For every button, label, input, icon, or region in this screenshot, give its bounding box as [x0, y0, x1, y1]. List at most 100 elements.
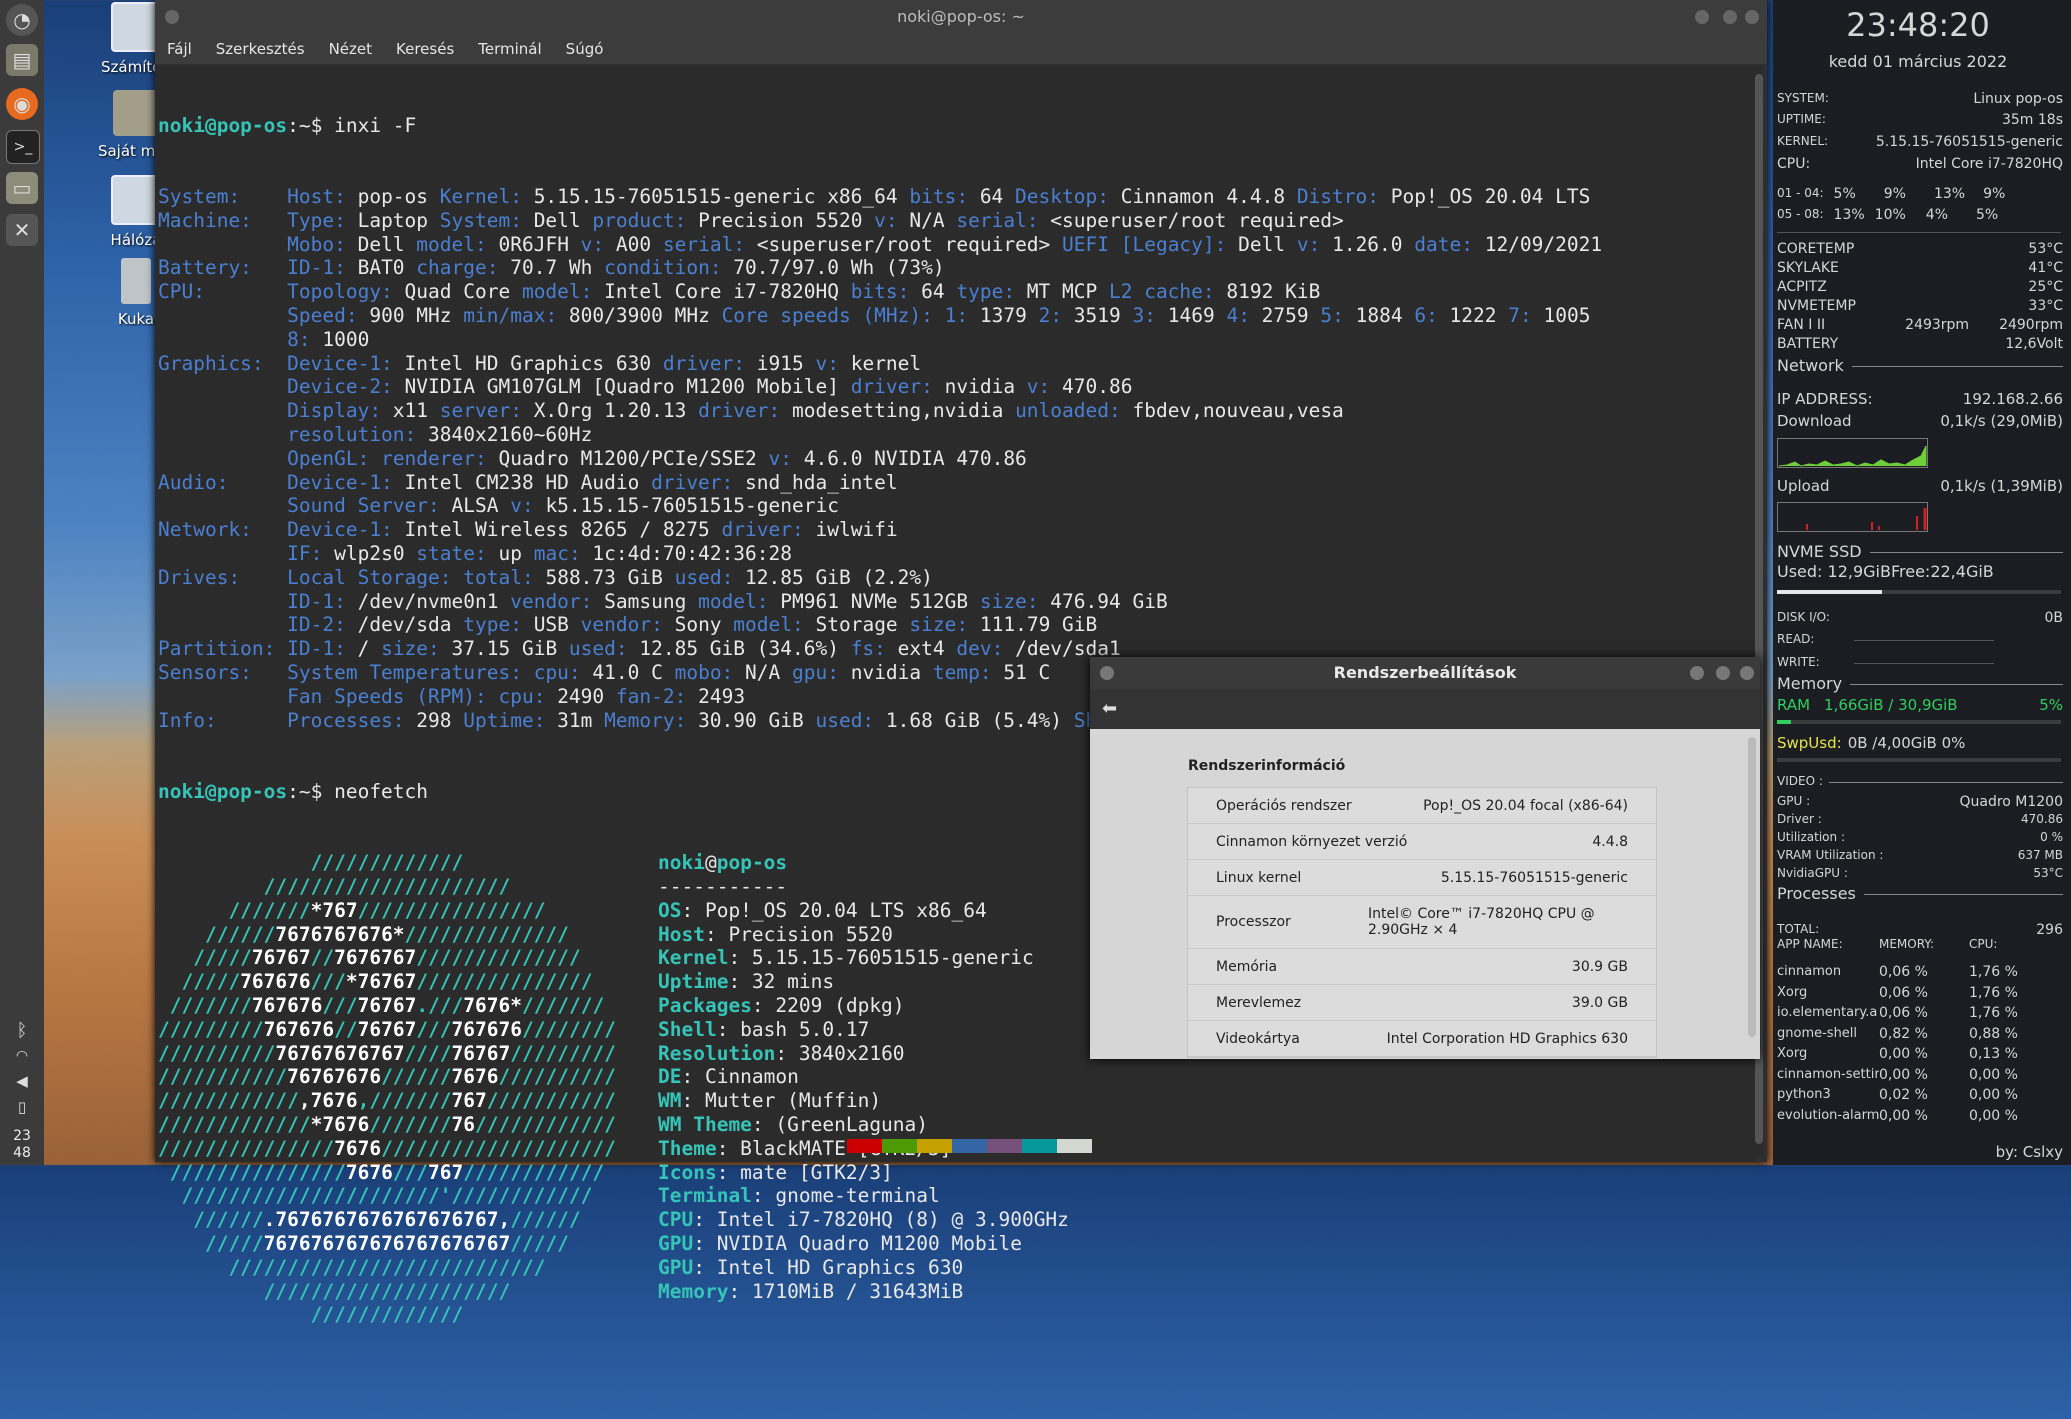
prompt-line: noki@pop-os:~$ inxi -F	[155, 114, 1755, 138]
menu-file[interactable]: Fájl	[167, 40, 192, 58]
info-value: : Intel HD Graphics 630	[693, 1255, 964, 1279]
volume-icon[interactable]: ◀	[0, 1072, 44, 1090]
temp-value: 33°C	[2028, 298, 2063, 314]
inxi-key: product:	[592, 208, 687, 232]
settings-icon[interactable]: ✕	[6, 214, 38, 246]
inxi-value: Intel CM238 HD Audio	[392, 470, 652, 494]
palette-swatch	[882, 1139, 917, 1153]
window-menu-icon[interactable]	[1100, 666, 1114, 680]
maximize-icon[interactable]	[1723, 10, 1737, 24]
divider	[1850, 684, 2063, 685]
settings-titlebar[interactable]: Rendszerbeállítások	[1090, 657, 1760, 689]
bluetooth-icon[interactable]: ᛒ	[0, 1020, 44, 1041]
logo-line: /////////767676//76767///767676////////	[155, 1018, 616, 1042]
info-line: Uptime: 32 mins	[655, 970, 1069, 994]
process-cpu: 1,76 %	[1969, 1005, 2018, 1021]
inxi-value: nvidia	[932, 375, 1027, 399]
logo-line: /////////////*7676///////76////////////	[155, 1113, 616, 1137]
process-memory: 0,82 %	[1879, 1025, 1928, 1042]
inxi-value: 3840x2160~60Hz	[416, 422, 593, 446]
folder-icon[interactable]: ▭	[6, 172, 38, 204]
inxi-key: model:	[698, 589, 769, 613]
sysinfo-label: Merevlemez	[1216, 994, 1302, 1011]
info-value: : 3840x2160	[775, 1041, 905, 1065]
process-name: Xorg	[1777, 1046, 1808, 1061]
wifi-icon[interactable]: ◠	[0, 1048, 44, 1064]
inxi-key: Topology:	[287, 280, 393, 304]
neofetch-info: noki@pop-os ----------- OS: Pop!_OS 20.04 …	[655, 851, 1069, 1303]
menu-terminal[interactable]: Terminál	[478, 40, 541, 58]
logo-segment: //////////	[498, 1065, 616, 1089]
info-key: GPU	[658, 1232, 694, 1256]
temp-value: 41°C	[2028, 260, 2063, 276]
inxi-key: mobo:	[674, 660, 734, 684]
swap-label: SwpUsd:	[1777, 734, 1842, 752]
inxi-line: Display: x11 server: X.Org 1.20.13 drive…	[155, 399, 1755, 423]
battery-icon[interactable]: ▯	[0, 1098, 44, 1116]
logo-line: //////7676767676*//////////////	[155, 923, 616, 947]
inxi-key: cpu:	[498, 684, 546, 708]
inxi-key: model:	[521, 280, 593, 304]
inxi-key: Core speeds (MHz):	[721, 303, 933, 327]
maximize-icon[interactable]	[1716, 666, 1730, 680]
logo-segment: 767676	[451, 1017, 522, 1041]
logo-segment: ///	[322, 994, 358, 1018]
close-icon[interactable]	[1745, 10, 1759, 24]
back-arrow-icon[interactable]: ⬅	[1102, 698, 1117, 719]
inxi-key: type:	[956, 280, 1016, 304]
window-menu-icon[interactable]	[165, 10, 179, 24]
info-value: : mate [GTK2/3]	[716, 1160, 893, 1184]
inxi-key: 4:	[1226, 303, 1250, 327]
minimize-icon[interactable]	[1690, 666, 1704, 680]
logo-segment: 7676	[334, 1136, 382, 1160]
process-memory: 0,02 %	[1879, 1087, 1928, 1103]
gpu-label: GPU :	[1777, 794, 1811, 808]
info-line: noki@pop-os	[655, 851, 1069, 875]
process-row: io.elementary.a 0,06 % 1,76 %	[1777, 1005, 2063, 1021]
logo-line: ///////////////7676////////////////////	[155, 1137, 616, 1161]
logo-segment: //////	[158, 922, 276, 946]
core-value: 9%	[1983, 186, 2006, 202]
menu-icon[interactable]: ◔	[6, 4, 38, 36]
sysinfo-row: Processzor Intel© Core™ i7-7820HQ CPU @ 2…	[1188, 896, 1656, 949]
terminal-titlebar[interactable]: noki@pop-os: ~	[155, 0, 1767, 34]
inxi-value: modesetting,nvidia	[780, 399, 1016, 423]
inxi-key: Display:	[287, 399, 382, 423]
inxi-key: Speed:	[287, 303, 358, 327]
menu-help[interactable]: Súgó	[566, 40, 604, 58]
inxi-key: v:	[815, 351, 839, 375]
files-icon[interactable]: ▤	[6, 44, 38, 76]
inxi-value: 1379	[968, 303, 1039, 327]
menu-view[interactable]: Nézet	[329, 40, 372, 58]
menu-search[interactable]: Keresés	[396, 40, 454, 58]
inxi-key: UEFI [Legacy]:	[1062, 232, 1227, 256]
inxi-value: PM961 NVMe 512GB	[768, 589, 980, 613]
inxi-key: v:	[510, 494, 534, 518]
inxi-key: bits:	[850, 280, 910, 304]
logo-segment: ////////////////	[357, 898, 546, 922]
inxi-value	[158, 613, 287, 636]
inxi-value	[158, 399, 287, 422]
prompt-command: :~$ inxi -F	[287, 113, 417, 137]
battery-value: 12,6Volt	[2005, 336, 2063, 352]
upload-label: Upload	[1777, 477, 1830, 495]
menu-edit[interactable]: Szerkesztés	[216, 40, 305, 58]
panel-clock[interactable]: 23 48	[0, 1128, 44, 1162]
inxi-key: v:	[1026, 375, 1051, 399]
settings-scrollbar[interactable]	[1748, 737, 1756, 1037]
info-value: : 2209 (dpkg)	[751, 994, 905, 1018]
logo-segment: ,7676	[298, 1089, 358, 1113]
system-settings-window[interactable]: Rendszerbeállítások ⬅ Rendszerinformáció…	[1090, 657, 1760, 1059]
inxi-key: OpenGL:	[287, 446, 370, 470]
inxi-key: Device-1:	[287, 518, 393, 542]
fan-label: FAN I II	[1777, 317, 1826, 333]
minimize-icon[interactable]	[1695, 10, 1709, 24]
close-icon[interactable]	[1740, 666, 1754, 680]
divider	[1863, 894, 2063, 895]
terminal-icon[interactable]: >_	[6, 130, 40, 164]
inxi-value: 51 C	[991, 660, 1051, 684]
inxi-key: Network:	[158, 518, 288, 542]
firefox-icon[interactable]: ◉	[6, 88, 38, 120]
write-bar	[1853, 663, 1994, 664]
inxi-value: 64	[909, 280, 957, 304]
